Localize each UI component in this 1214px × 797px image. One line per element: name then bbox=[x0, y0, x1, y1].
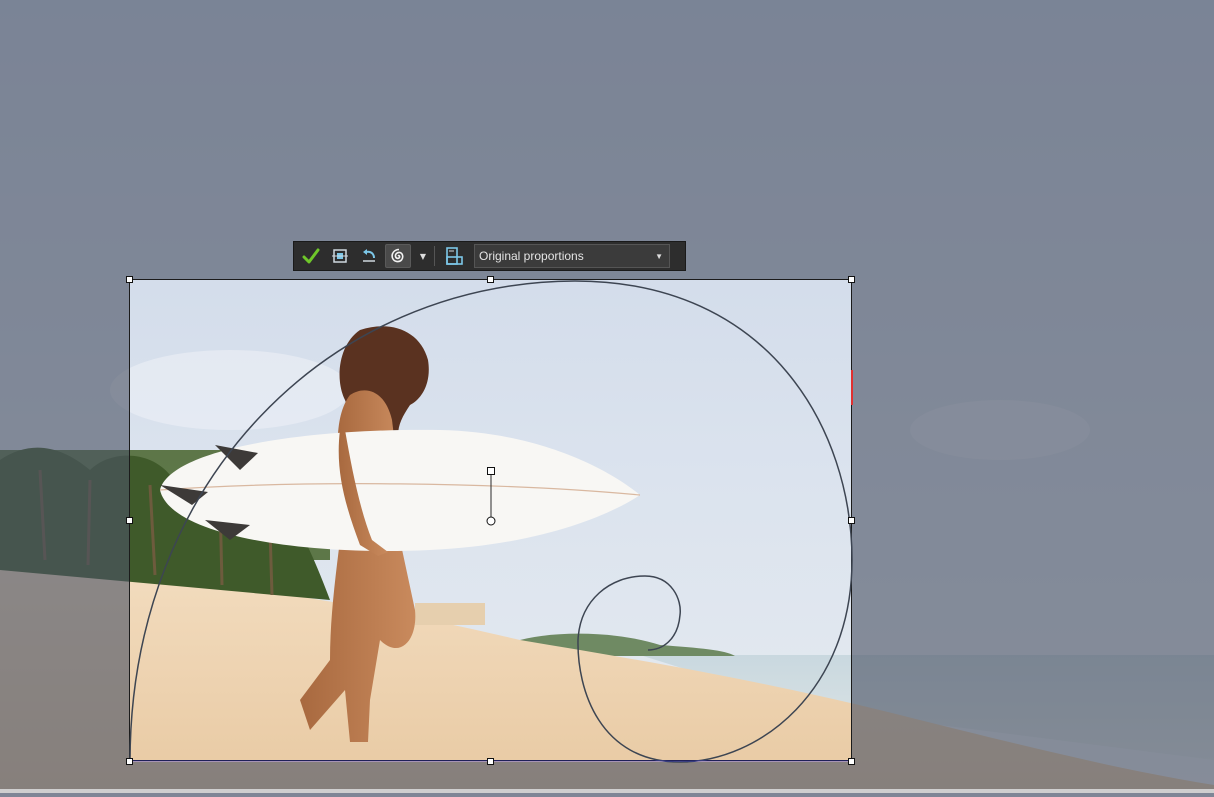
crop-handle-left[interactable] bbox=[126, 517, 133, 524]
crop-toolbar: ▼ Original proportions ▼ bbox=[293, 241, 686, 271]
apply-crop-button[interactable] bbox=[298, 244, 324, 268]
crop-handle-bottom-right[interactable] bbox=[848, 758, 855, 765]
crop-handle-right[interactable] bbox=[848, 517, 855, 524]
overlay-toggle-button[interactable] bbox=[385, 244, 411, 268]
overlay-menu-button[interactable]: ▼ bbox=[414, 244, 432, 268]
aspect-ratio-value: Original proportions bbox=[479, 249, 584, 263]
crop-handle-top-right[interactable] bbox=[848, 276, 855, 283]
bottom-border bbox=[0, 789, 1214, 793]
aspect-ratio-dropdown[interactable]: Original proportions ▼ bbox=[474, 244, 670, 268]
chevron-down-icon: ▼ bbox=[419, 251, 427, 261]
chevron-down-icon: ▼ bbox=[655, 251, 663, 261]
golden-spiral-icon bbox=[391, 248, 404, 263]
rotate-handle[interactable] bbox=[487, 467, 495, 475]
crop-to-fit-icon bbox=[332, 249, 348, 263]
checkmark-icon bbox=[302, 248, 320, 264]
orientation-icon bbox=[446, 247, 463, 265]
crop-handle-top-left[interactable] bbox=[126, 276, 133, 283]
fit-crop-button[interactable] bbox=[327, 244, 353, 268]
crop-handle-top[interactable] bbox=[487, 276, 494, 283]
crop-handle-bottom-left[interactable] bbox=[126, 758, 133, 765]
toolbar-divider bbox=[434, 246, 435, 266]
center-pivot[interactable] bbox=[486, 516, 496, 526]
orientation-button[interactable] bbox=[441, 244, 467, 268]
rotate-icon bbox=[363, 249, 375, 262]
rotate-crop-button[interactable] bbox=[356, 244, 382, 268]
crop-handle-bottom[interactable] bbox=[487, 758, 494, 765]
golden-spiral-overlay bbox=[129, 280, 853, 763]
